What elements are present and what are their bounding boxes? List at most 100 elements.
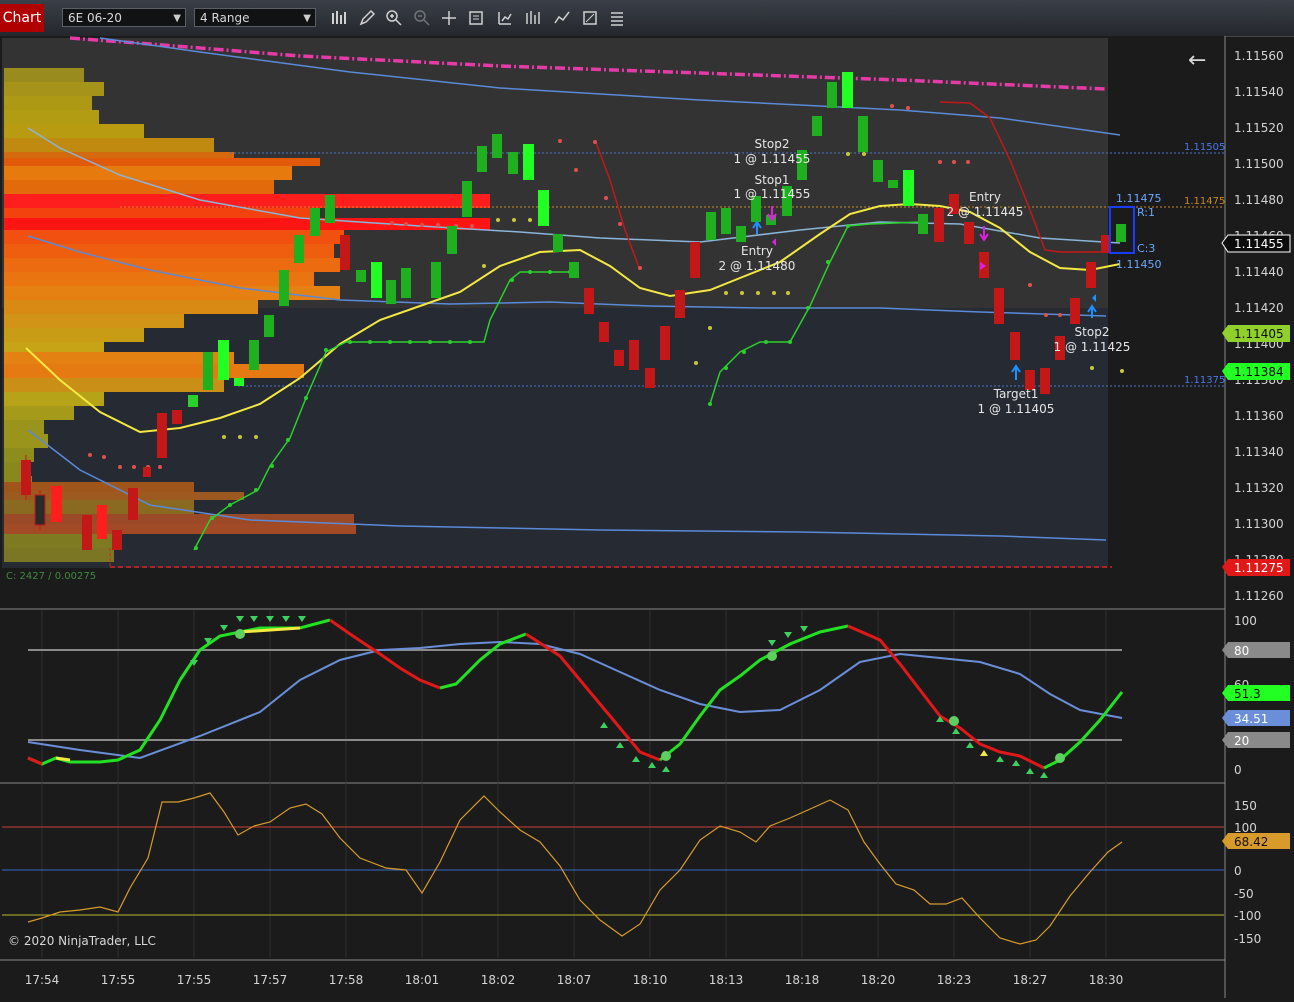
green-level-flag: 1.11405	[1222, 325, 1290, 342]
stop2-title: Stop2	[755, 137, 790, 151]
time-axis: 17:54 17:55 17:55 17:57 17:58 18:01 18:0…	[25, 973, 1124, 987]
candle	[903, 170, 914, 206]
green-level-value: 1.11405	[1234, 327, 1284, 341]
price-tick: 1.11480	[1234, 193, 1284, 207]
strategies-icon[interactable]	[553, 9, 571, 27]
osc2-tick: -50	[1234, 887, 1254, 901]
price-tick: 1.11440	[1234, 265, 1284, 279]
osc1-blue-value: 34.51	[1234, 712, 1268, 726]
candle	[660, 326, 670, 360]
candle	[614, 350, 624, 366]
candle	[1040, 368, 1050, 394]
chart-canvas[interactable]: Stop2 1 @ 1.11455 Stop1 1 @ 1.11455 Entr…	[0, 36, 1294, 998]
stop2-price: 1 @ 1.11425	[1054, 340, 1131, 354]
price-tick: 1.11420	[1234, 301, 1284, 315]
data-box-icon[interactable]	[467, 9, 485, 27]
candle	[508, 152, 518, 174]
candle	[294, 235, 304, 263]
entry-title: Entry	[741, 244, 773, 258]
chart-tab[interactable]: Chart	[0, 4, 44, 32]
osc2-tick: 150	[1234, 799, 1257, 813]
candle	[97, 505, 107, 539]
bar-r-label: R:1	[1137, 206, 1155, 219]
crosshair-icon[interactable]	[440, 9, 458, 27]
red-level-flag: 1.11275	[1222, 559, 1290, 576]
price-tick: 1.11520	[1234, 121, 1284, 135]
candle	[523, 144, 534, 180]
entry-price: 2 @ 1.11480	[719, 259, 796, 273]
interval-select[interactable]: 4 Range ▼	[194, 8, 316, 27]
candle	[538, 190, 549, 226]
time-tick: 18:07	[557, 973, 592, 987]
time-tick: 18:27	[1013, 973, 1048, 987]
candle	[964, 222, 974, 244]
candle	[325, 195, 335, 223]
candle	[1070, 298, 1080, 324]
osc1-tick: 0	[1234, 763, 1242, 777]
bar-high-label: 1.11475	[1116, 192, 1162, 205]
candle	[203, 352, 213, 390]
interval-value: 4 Range	[200, 11, 250, 25]
candle	[310, 208, 320, 236]
stop1-price: 1 @ 1.11455	[734, 187, 811, 201]
entry-title: Entry	[969, 190, 1001, 204]
candle	[553, 234, 563, 252]
osc2-tick: 100	[1234, 821, 1257, 835]
candle	[386, 280, 396, 304]
price-tick: 1.11300	[1234, 517, 1284, 531]
bar-c-label: C:3	[1137, 242, 1155, 255]
bar-style-icon[interactable]	[330, 9, 348, 27]
time-tick: 17:55	[177, 973, 212, 987]
instrument-value: 6E 06-20	[68, 11, 122, 25]
osc1-green-flag: 51.3	[1222, 685, 1290, 701]
candle	[21, 460, 31, 495]
osc2-tick: -100	[1234, 909, 1261, 923]
bar-close-label: 1.11450	[1116, 258, 1162, 271]
price-tick: 1.11560	[1234, 49, 1284, 63]
time-tick: 17:57	[253, 973, 288, 987]
candle	[157, 413, 167, 458]
zoom-out-icon[interactable]	[413, 9, 431, 27]
back-arrow-icon[interactable]: ←	[1188, 48, 1206, 73]
candle	[128, 488, 138, 520]
entry-price: 2 @ 1.11445	[947, 205, 1024, 219]
candle	[143, 467, 151, 477]
candle	[492, 134, 502, 158]
candle	[1010, 332, 1020, 360]
price-tick: 1.11500	[1234, 157, 1284, 171]
draw-pencil-icon[interactable]	[358, 9, 376, 27]
candle	[645, 368, 655, 388]
time-tick: 18:23	[937, 973, 972, 987]
candle	[918, 214, 928, 234]
candle	[858, 116, 868, 152]
candle	[401, 268, 411, 298]
candle	[447, 226, 457, 254]
vertical-grid	[41, 610, 1107, 958]
osc1-tick: 100	[1234, 614, 1257, 628]
candle	[721, 208, 731, 234]
indicators-icon[interactable]	[524, 9, 542, 27]
osc2-tick: 0	[1234, 864, 1242, 878]
candle	[112, 530, 122, 550]
time-tick: 18:02	[481, 973, 516, 987]
templates-icon[interactable]	[581, 9, 599, 27]
candle	[477, 146, 487, 172]
candle	[51, 486, 62, 522]
candle	[873, 160, 883, 182]
list-icon[interactable]	[608, 9, 626, 27]
time-tick: 18:13	[709, 973, 744, 987]
chart-properties-icon[interactable]	[496, 9, 514, 27]
candle	[842, 72, 853, 108]
price-tick: 1.11340	[1234, 445, 1284, 459]
zoom-in-icon[interactable]	[385, 9, 403, 27]
green-level2-value: 1.11384	[1234, 365, 1284, 379]
candle	[188, 395, 198, 407]
instrument-select[interactable]: 6E 06-20 ▼	[62, 8, 186, 27]
time-tick: 18:30	[1089, 973, 1124, 987]
green-level2-flag: 1.11384	[1222, 363, 1290, 380]
target1-price: 1 @ 1.11405	[978, 402, 1055, 416]
candle	[706, 212, 716, 240]
chart-area[interactable]: Stop2 1 @ 1.11455 Stop1 1 @ 1.11455 Entr…	[0, 36, 1294, 998]
time-tick: 18:01	[405, 973, 440, 987]
stop2-price: 1 @ 1.11455	[734, 152, 811, 166]
